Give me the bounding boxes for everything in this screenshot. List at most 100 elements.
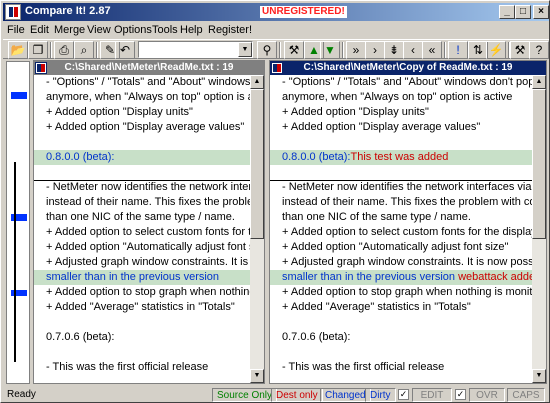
prev-diff-icon[interactable]: ‹ — [403, 41, 423, 59]
line-text: + Added "Average" statistics in "Totals" — [46, 301, 235, 313]
text-line: + Added option to stop graph when nothin… — [270, 285, 532, 300]
left-pane-title: C:\Shared\NetMeter\ReadMe.txt : 19 — [64, 62, 234, 73]
open-folder-icon[interactable]: 📂 — [8, 41, 28, 59]
line-text: - "Options" / "Totals" and "About" windo… — [282, 76, 532, 88]
line-text: + Added option "Automatically adjust fon… — [282, 241, 509, 253]
undo-icon[interactable]: ↶ — [115, 41, 135, 59]
ovr-checkbox[interactable]: ✓ — [455, 389, 466, 400]
line-text: than one NIC of the same type / name. — [46, 211, 235, 223]
text-line: + Added option to stop graph when nothin… — [34, 285, 250, 300]
help-icon[interactable]: ? — [529, 41, 549, 59]
left-file-pane[interactable]: C:\Shared\NetMeter\ReadMe.txt : 19 - "Op… — [33, 60, 265, 384]
text-line: + Added option "Display units" — [270, 105, 532, 120]
minimize-button[interactable]: _ — [499, 5, 515, 19]
line-text: 0.7.0.6 (beta): — [46, 331, 115, 343]
text-line: + Added option to select custom fonts fo… — [270, 225, 532, 240]
left-scrollbar[interactable]: ▲ ▼ — [250, 75, 264, 383]
maximize-button[interactable]: □ — [515, 5, 531, 19]
line-text: - This was the first official release — [46, 361, 209, 373]
merge-icon[interactable]: ⇅ — [468, 41, 488, 59]
line-text: - This was the first official release — [282, 361, 445, 373]
right-text-area[interactable]: - "Options" / "Totals" and "About" windo… — [270, 75, 532, 383]
scroll-up-icon[interactable]: ▲ — [250, 75, 264, 89]
app-window: Compare It! 2.87 UNREGISTERED! _ □ × Fil… — [0, 0, 550, 403]
menu-bar: File Edit Merge View Options Tools Help … — [3, 21, 549, 39]
diff-block-border — [34, 180, 250, 181]
text-line — [34, 345, 250, 360]
menu-merge[interactable]: Merge — [54, 24, 85, 36]
text-line: instead of their name. This fixes the pr… — [34, 195, 250, 210]
text-line: - NetMeter now identifies the network in… — [270, 180, 532, 195]
legend-dirty: Dirty — [365, 388, 396, 402]
overview-position-line — [14, 162, 16, 362]
menu-view[interactable]: View — [87, 24, 111, 36]
menu-help[interactable]: Help — [180, 24, 203, 36]
text-line: 0.7.0.6 (beta): — [270, 330, 532, 345]
line-text: + Added option to select custom fonts fo… — [46, 226, 250, 238]
line-text: instead of their name. This fixes the pr… — [46, 196, 250, 208]
toolbar-separator — [342, 42, 344, 58]
text-line: + Adjusted graph window constraints. It … — [34, 255, 250, 270]
line-text: + Added option "Display average values" — [46, 121, 245, 133]
text-line: than one NIC of the same type / name. — [34, 210, 250, 225]
right-pane-title: C:\Shared\NetMeter\Copy of ReadMe.txt : … — [303, 62, 513, 73]
menu-tools[interactable]: Tools — [152, 24, 178, 36]
legend-source-only: Source Only — [212, 388, 278, 402]
right-file-pane[interactable]: C:\Shared\NetMeter\Copy of ReadMe.txt : … — [269, 60, 547, 384]
diff-overview[interactable] — [6, 61, 30, 384]
left-text-area[interactable]: - "Options" / "Totals" and "About" windo… — [34, 75, 250, 383]
text-line: + Added option to select custom fonts fo… — [34, 225, 250, 240]
next-diff-icon[interactable]: › — [365, 41, 385, 59]
down-arrow-icon[interactable]: ▼ — [320, 41, 340, 59]
text-line: 0.8.0.0 (beta):This test was added — [270, 150, 532, 165]
added-text: This test was added — [350, 151, 449, 163]
toolbar-separator — [279, 42, 281, 58]
toolbar-separator — [96, 42, 98, 58]
info-icon[interactable]: ! — [448, 41, 468, 59]
menu-register[interactable]: Register! — [208, 24, 252, 36]
right-scrollbar[interactable]: ▲ ▼ — [532, 75, 546, 383]
toolbar-separator — [444, 42, 446, 58]
line-text: smaller than in the previous version — [46, 271, 220, 283]
text-line: anymore, when "Always on top" option is … — [270, 90, 532, 105]
chevron-down-icon[interactable]: ▼ — [238, 42, 252, 57]
edit-checkbox[interactable]: ✓ — [398, 389, 409, 400]
copy-files-icon[interactable]: ❐ — [28, 41, 48, 59]
next-line-icon[interactable]: ⇟ — [384, 41, 404, 59]
toolbar: 📂 ❐ ⎙ ⌕ ✎ ↶ ▼ ⚲ ⚒ ▲ ▼ » › ⇟ ‹ « ! ⇅ ⚡ ⚒ … — [3, 39, 549, 59]
search-combo[interactable]: ▼ — [138, 41, 253, 58]
scroll-down-icon[interactable]: ▼ — [532, 369, 546, 383]
close-button[interactable]: × — [533, 5, 549, 19]
line-text: than one NIC of the same type / name. — [282, 211, 471, 223]
title-bar[interactable]: Compare It! 2.87 UNREGISTERED! _ □ × — [3, 3, 549, 21]
scroll-thumb[interactable] — [532, 89, 546, 239]
line-text: anymore, when "Always on top" option is … — [282, 91, 513, 103]
binoculars-icon[interactable]: ⚲ — [257, 41, 277, 59]
text-line — [34, 315, 250, 330]
print-icon[interactable]: ⎙ — [54, 41, 74, 59]
line-text: + Added option to select custom fonts fo… — [282, 226, 532, 238]
scroll-up-icon[interactable]: ▲ — [532, 75, 546, 89]
menu-edit[interactable]: Edit — [30, 24, 49, 36]
tools-icon[interactable]: ⚒ — [284, 41, 304, 59]
first-diff-icon[interactable]: « — [422, 41, 442, 59]
line-text: + Added option "Automatically adjust fon… — [46, 241, 250, 253]
find-icon[interactable]: ⌕ — [74, 41, 94, 59]
text-line — [270, 315, 532, 330]
line-text: + Added option "Display units" — [282, 106, 429, 118]
options-icon[interactable]: ⚡ — [486, 41, 506, 59]
diff-block-border — [270, 180, 532, 181]
text-line: - "Options" / "Totals" and "About" windo… — [34, 75, 250, 90]
text-line: - "Options" / "Totals" and "About" windo… — [270, 75, 532, 90]
menu-options[interactable]: Options — [114, 24, 152, 36]
text-line: + Adjusted graph window constraints. It … — [270, 255, 532, 270]
hammer-icon[interactable]: ⚒ — [510, 41, 530, 59]
text-line: + Added option "Display average values" — [34, 120, 250, 135]
text-line — [34, 165, 250, 180]
menu-file[interactable]: File — [7, 24, 25, 36]
last-diff-icon[interactable]: » — [346, 41, 366, 59]
right-pane-header: C:\Shared\NetMeter\Copy of ReadMe.txt : … — [270, 61, 546, 75]
scroll-down-icon[interactable]: ▼ — [250, 369, 264, 383]
text-line: than one NIC of the same type / name. — [270, 210, 532, 225]
scroll-thumb[interactable] — [250, 89, 264, 239]
